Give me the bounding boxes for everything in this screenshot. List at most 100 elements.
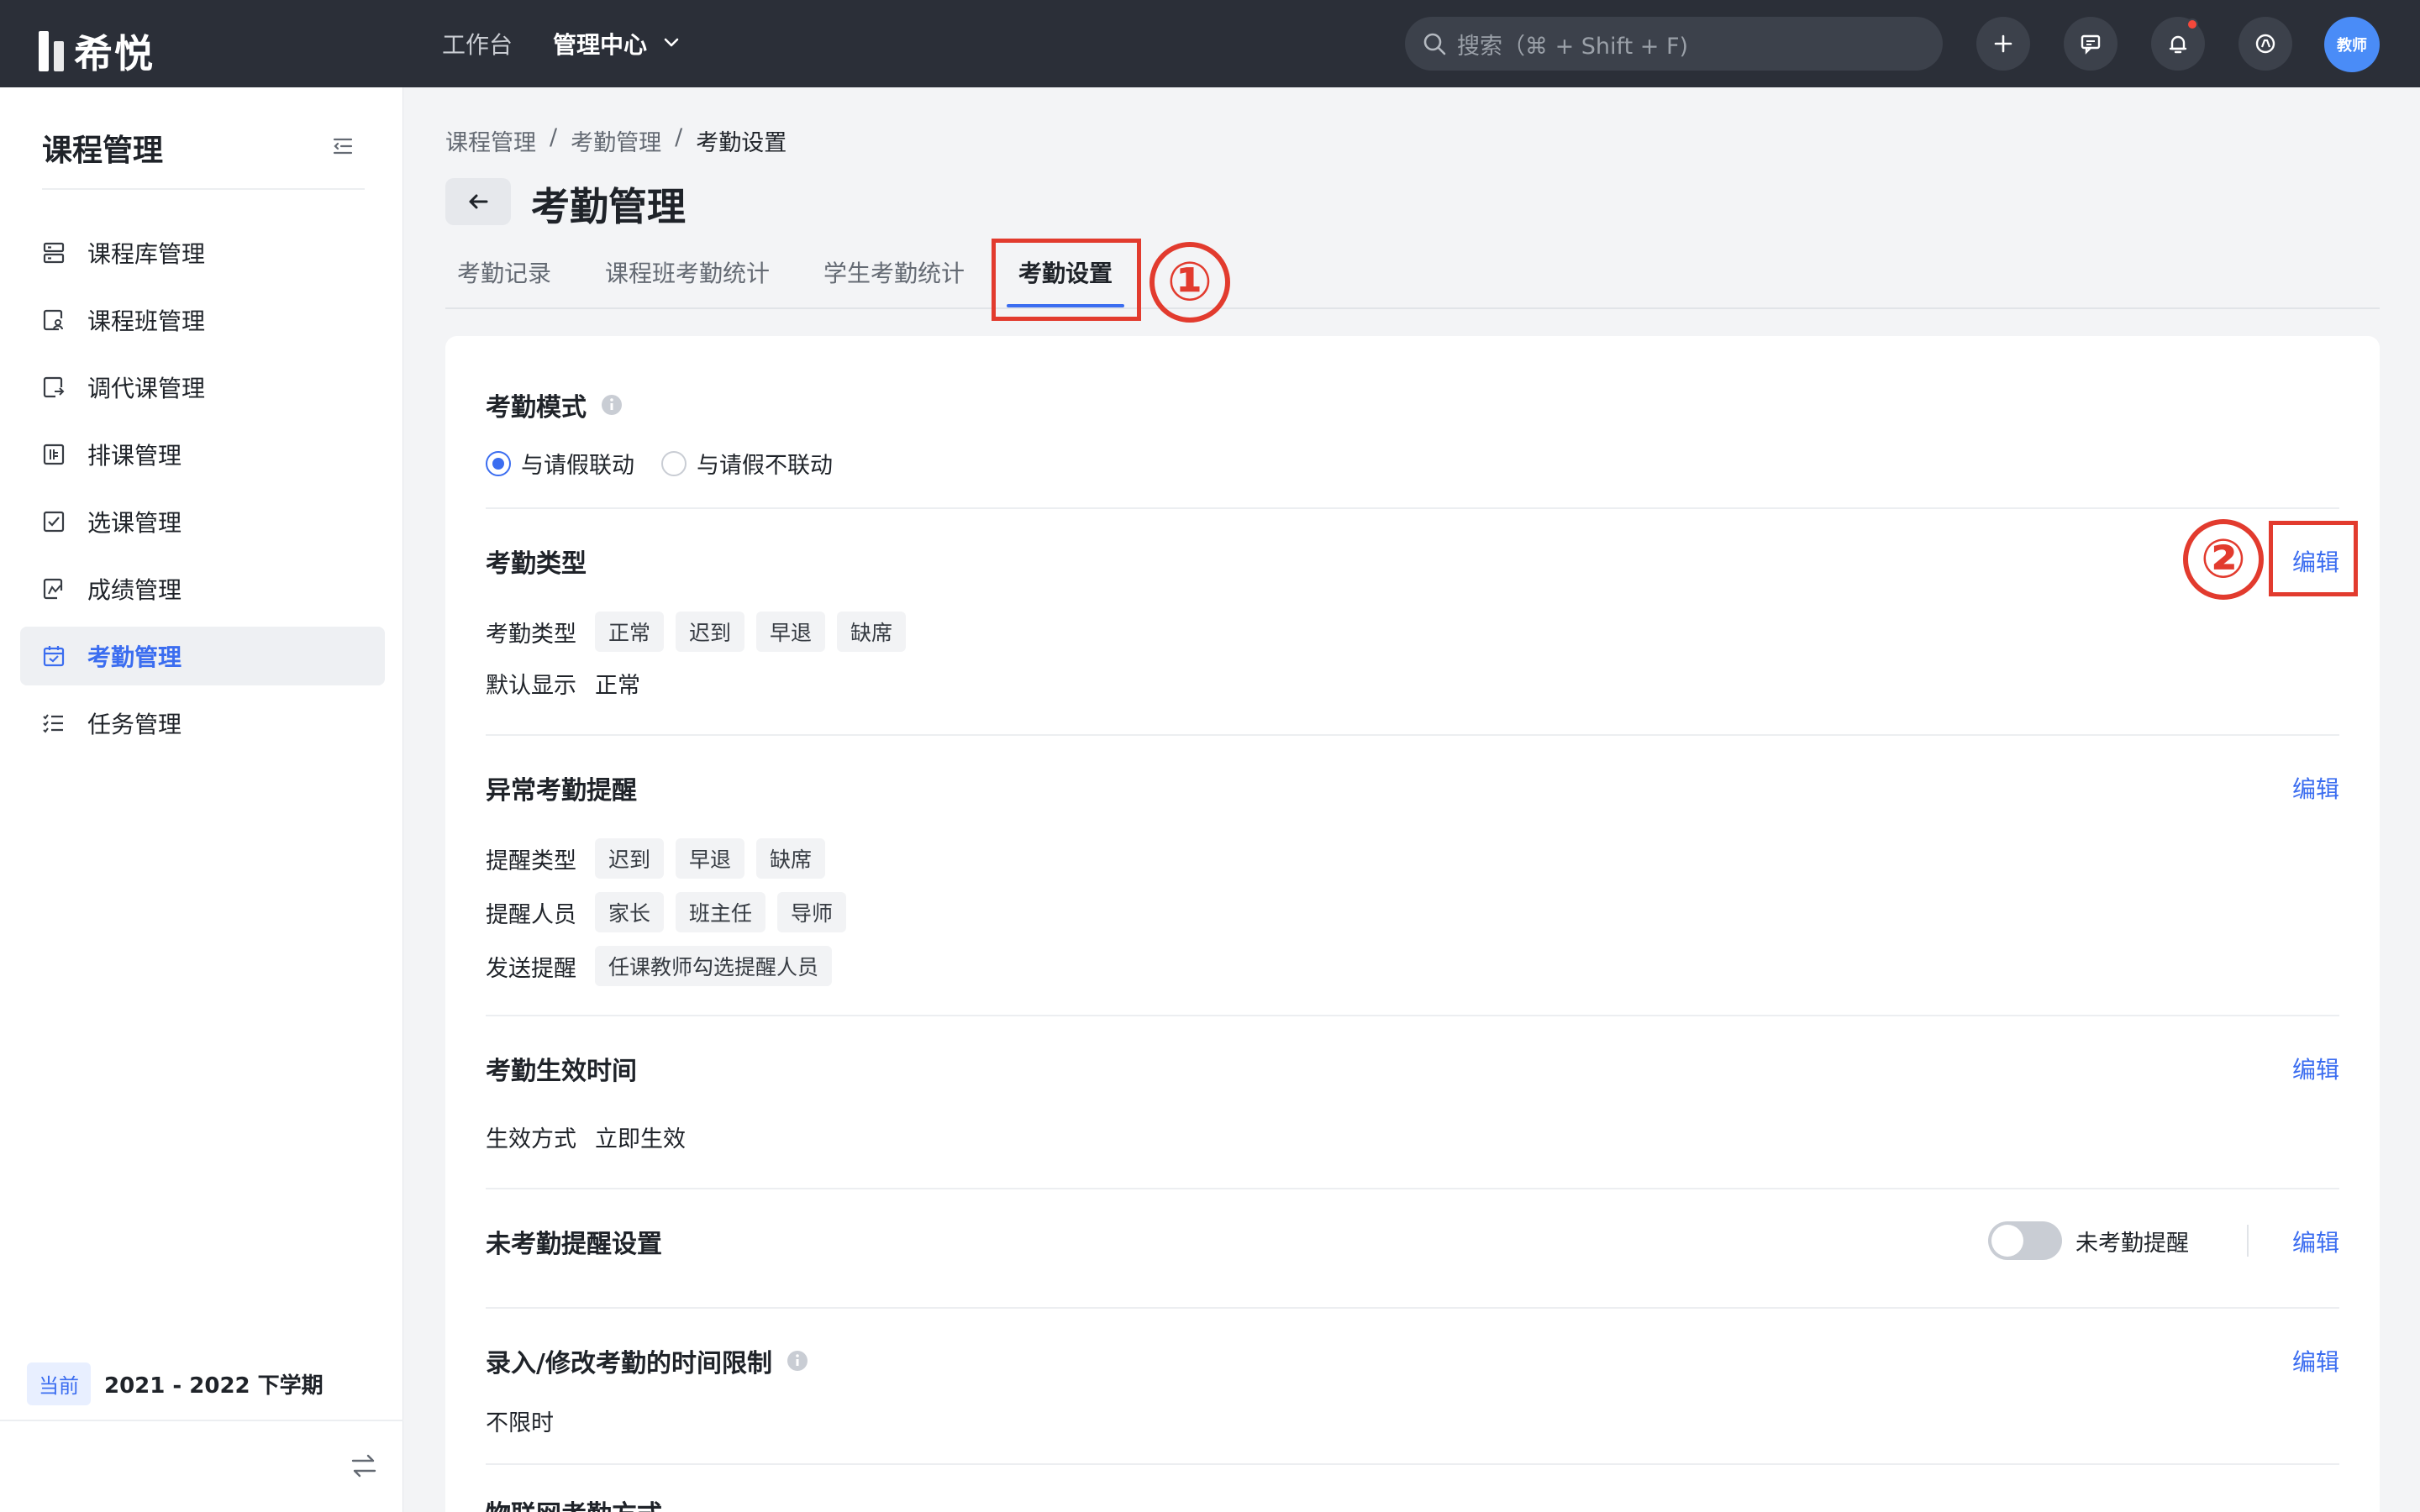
edit-abnormal-link[interactable]: 编辑 <box>2292 771 2339 805</box>
messages-button[interactable] <box>2064 17 2118 71</box>
section-divider <box>486 1015 2339 1016</box>
tag: 班主任 <box>676 892 766 932</box>
section-title: 录入/修改考勤的时间限制 <box>486 1349 772 1378</box>
search-placeholder: 搜索（⌘ + Shift + F) <box>1457 33 1689 60</box>
current-term-tag: 当前 <box>27 1362 91 1405</box>
radio-label: 与请假不联动 <box>697 453 833 479</box>
info-icon[interactable] <box>786 1349 809 1373</box>
app-logo[interactable]: 希悦 <box>39 24 155 79</box>
edit-effective-link[interactable]: 编辑 <box>2292 1052 2339 1085</box>
tag: 迟到 <box>676 612 745 652</box>
sidebar-item-grades[interactable]: 成绩管理 <box>20 559 385 618</box>
tag: 早退 <box>676 838 745 879</box>
add-button[interactable] <box>1976 17 2030 71</box>
bell-icon <box>2169 35 2187 54</box>
breadcrumb-item[interactable]: 课程管理 <box>445 124 536 157</box>
time-limit-row: 不限时 <box>486 1404 554 1437</box>
unchecked-reminder-toggle[interactable] <box>1988 1221 2062 1260</box>
breadcrumb-item[interactable]: 考勤管理 <box>571 124 661 157</box>
annotation-number-1: ① <box>1150 242 1230 323</box>
checkbox-icon <box>43 511 65 533</box>
section-divider <box>486 1307 2339 1309</box>
nav-admin-center[interactable]: 管理中心 <box>553 27 647 60</box>
field-label: 默认显示 <box>486 673 576 699</box>
field-value: 不限时 <box>486 1410 554 1436</box>
sidebar-divider <box>42 188 365 190</box>
sidebar-item-scheduling[interactable]: 排课管理 <box>20 425 385 484</box>
section-divider <box>486 507 2339 509</box>
edit-time-limit-link[interactable]: 编辑 <box>2292 1344 2339 1378</box>
sidebar-item-label: 课程班管理 <box>87 307 206 335</box>
sidebar-item-label: 排课管理 <box>87 442 182 470</box>
sidebar-item-course-library[interactable]: 课程库管理 <box>20 223 385 282</box>
breadcrumb-separator: / <box>675 124 683 150</box>
search-icon <box>1423 33 1446 55</box>
logo-icon <box>39 31 64 71</box>
tab-class-stats[interactable]: 课程班考勤统计 <box>605 255 770 289</box>
collapse-sidebar-icon[interactable] <box>331 134 355 158</box>
radio-unselected-icon <box>661 450 687 476</box>
sidebar-title: 课程管理 <box>42 134 164 168</box>
avatar[interactable]: 教师 <box>2324 17 2380 72</box>
sidebar-item-tasks[interactable]: 任务管理 <box>20 694 385 753</box>
field-label: 考勤类型 <box>486 621 576 648</box>
sidebar-item-label: 调代课管理 <box>87 375 206 402</box>
section-title: 未考勤提醒设置 <box>486 1230 662 1259</box>
field-label: 提醒人员 <box>486 901 576 928</box>
tag: 任课教师勾选提醒人员 <box>595 946 833 986</box>
field-label: 发送提醒 <box>486 955 576 982</box>
send-row: 发送提醒 任课教师勾选提醒人员 <box>486 946 833 986</box>
notifications-button[interactable] <box>2151 17 2205 71</box>
section-title: 物联网考勤方式 <box>486 1494 662 1512</box>
tag: 正常 <box>595 612 665 652</box>
sidebar-item-substitute[interactable]: 调代课管理 <box>20 358 385 417</box>
tasklist-icon <box>43 714 63 733</box>
sidebar-item-label: 任务管理 <box>87 711 182 738</box>
tab-student-stats[interactable]: 学生考勤统计 <box>823 255 965 289</box>
section-title: 考勤类型 <box>486 549 587 579</box>
section-time-limit: 录入/修改考勤的时间限制 <box>486 1342 809 1379</box>
annotation-box-2 <box>2269 521 2358 596</box>
sidebar-item-label: 选课管理 <box>87 509 182 537</box>
class-icon <box>43 309 63 331</box>
radio-linked[interactable]: 与请假联动 <box>486 447 634 480</box>
tag: 迟到 <box>595 838 665 879</box>
logo-text: 希悦 <box>74 31 155 76</box>
section-title: 考勤生效时间 <box>486 1057 637 1086</box>
remind-people-row: 提醒人员 家长 班主任 导师 <box>486 892 847 932</box>
search-input[interactable]: 搜索（⌘ + Shift + F) <box>1405 17 1943 71</box>
section-divider <box>486 1463 2339 1465</box>
sidebar-item-attendance[interactable]: 考勤管理 <box>20 627 385 685</box>
sidebar-item-course-class[interactable]: 课程班管理 <box>20 291 385 349</box>
apps-button[interactable] <box>2238 17 2292 71</box>
field-label: 提醒类型 <box>486 848 576 874</box>
top-bar: 希悦 工作台 管理中心 搜索（⌘ + Shift + F) 教师 <box>0 0 2420 87</box>
back-button[interactable] <box>445 178 511 225</box>
plus-icon <box>1994 34 2012 53</box>
database-icon <box>43 242 65 264</box>
edit-unchecked-link[interactable]: 编辑 <box>2292 1225 2339 1258</box>
compass-icon <box>2255 34 2275 54</box>
settings-card: 考勤模式 与请假联动 与请假不联动 考勤类型 编辑 考勤类型 正常 迟到 早退 … <box>445 336 2380 1512</box>
page-title: 考勤管理 <box>531 184 686 229</box>
radio-unlinked[interactable]: 与请假不联动 <box>661 447 833 480</box>
chevron-down-icon[interactable] <box>662 34 681 52</box>
radio-label: 与请假联动 <box>521 453 634 479</box>
tag: 缺席 <box>756 838 826 879</box>
section-divider <box>486 734 2339 736</box>
switch-term-icon[interactable] <box>350 1452 378 1480</box>
sidebar: 课程管理 课程库管理 课程班管理 调代课管理 排课管理 选课管理 成绩管理 考勤… <box>0 87 403 1512</box>
nav-workbench[interactable]: 工作台 <box>442 27 513 60</box>
effective-row: 生效方式 立即生效 <box>486 1121 686 1153</box>
vertical-divider <box>2247 1225 2249 1257</box>
tag: 导师 <box>777 892 847 932</box>
sidebar-item-label: 考勤管理 <box>87 643 182 671</box>
sidebar-item-label: 成绩管理 <box>87 576 182 604</box>
breadcrumb-separator: / <box>550 124 558 150</box>
info-icon[interactable] <box>600 393 623 417</box>
field-value: 正常 <box>595 673 640 699</box>
notification-badge <box>2186 18 2198 30</box>
tab-attendance-records[interactable]: 考勤记录 <box>457 255 551 289</box>
term-selector[interactable]: 当前 2021 - 2022 下学期 <box>27 1362 324 1405</box>
sidebar-item-course-selection[interactable]: 选课管理 <box>20 492 385 551</box>
